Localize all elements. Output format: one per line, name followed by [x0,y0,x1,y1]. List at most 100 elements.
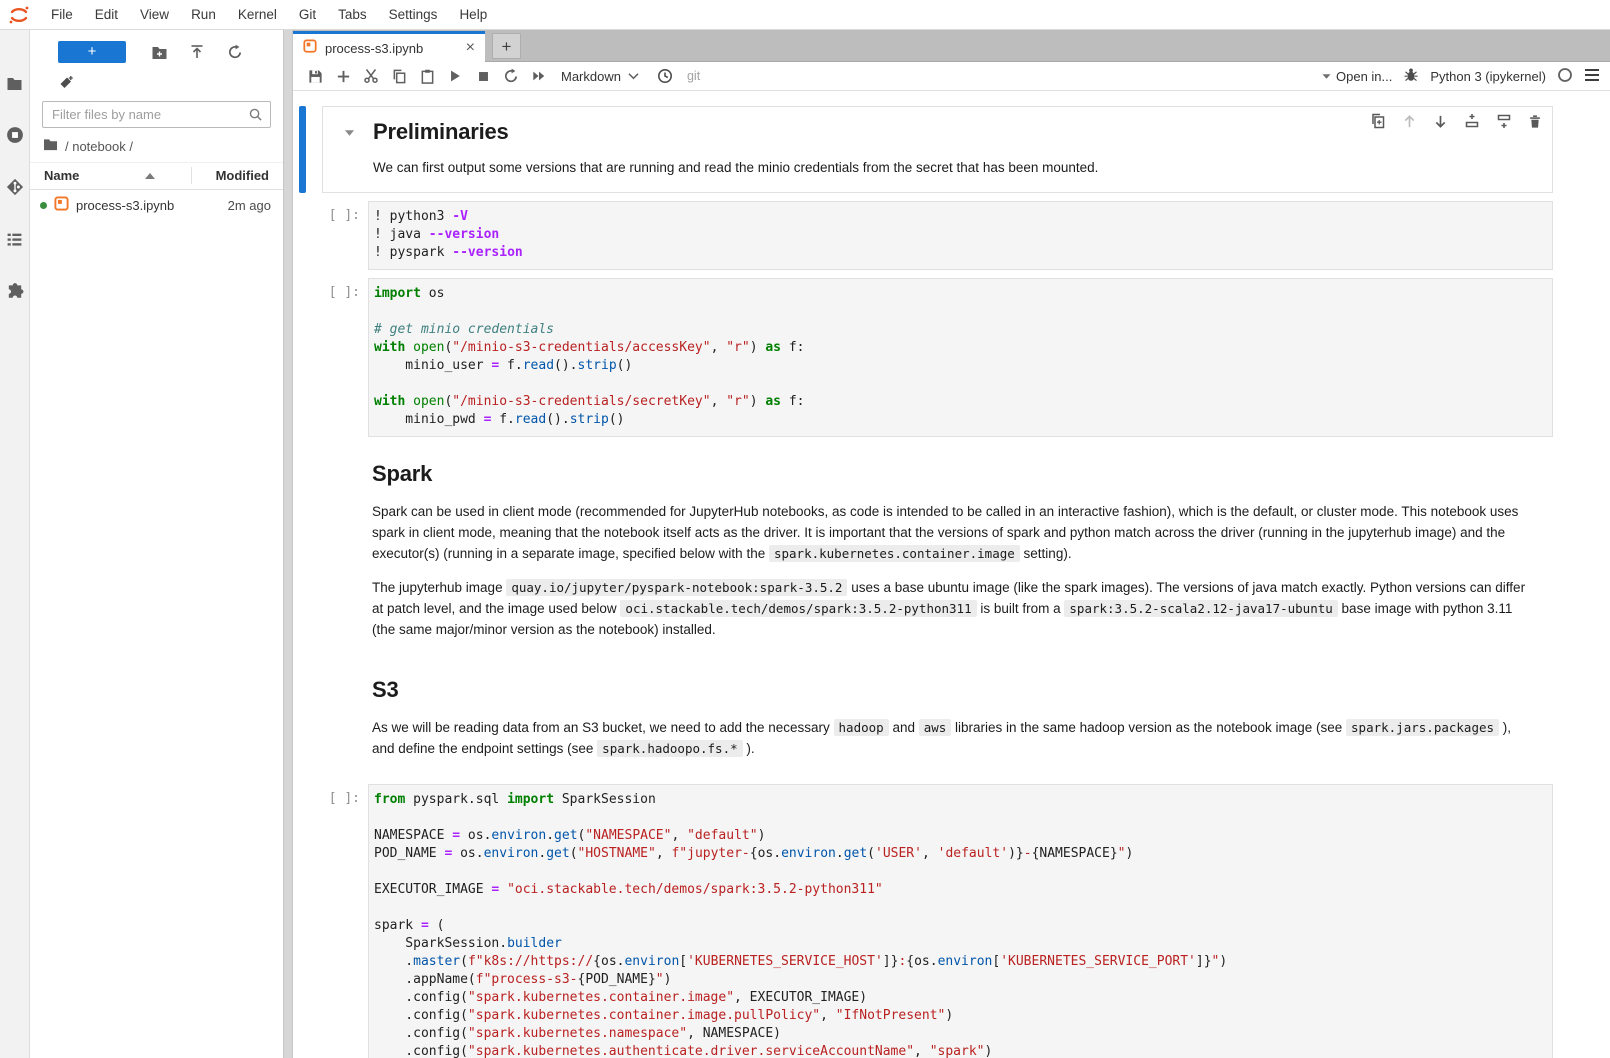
file-row-process-s3[interactable]: process-s3.ipynb 2m ago [30,190,283,220]
code-cell-spark-session[interactable]: [ ]: from pyspark.sql import SparkSessio… [293,784,1610,1058]
debugger-bug-icon[interactable] [1403,67,1419,86]
refresh-icon[interactable] [216,44,254,60]
column-name[interactable]: Name [44,168,79,183]
inline-code: spark.kubernetes.container.image [769,545,1020,562]
inline-code: aws [919,719,952,736]
tab-process-s3[interactable]: process-s3.ipynb × [293,31,485,62]
kernel-name-label[interactable]: Python 3 (ipykernel) [1430,69,1546,84]
insert-cell-above-icon[interactable] [1464,113,1480,134]
menu-edit[interactable]: Edit [84,7,129,22]
cell-type-value: Markdown [561,69,621,84]
filter-files-input[interactable] [42,101,271,128]
markdown-cell-spark[interactable]: Spark Spark can be used in client mode (… [293,441,1610,653]
git-clone-row [30,65,283,93]
clock-icon[interactable] [651,64,679,88]
menu-help[interactable]: Help [448,7,498,22]
add-cell-icon[interactable] [329,64,357,88]
restart-run-all-icon[interactable] [525,64,553,88]
file-list-header: Name Modified [30,162,283,190]
cell-collapser[interactable] [299,441,306,653]
notebook-scroll-area[interactable]: Preliminaries We can first output some v… [293,91,1610,1058]
copy-cells-icon[interactable] [385,64,413,88]
inline-code: spark.hadoopo.fs.* [597,740,742,757]
file-browser-toolbar: + [30,30,283,65]
restart-kernel-icon[interactable] [497,64,525,88]
menu-tabs[interactable]: Tabs [327,7,378,22]
md-heading-preliminaries: Preliminaries [373,119,1532,145]
cell-collapser[interactable] [299,784,306,1058]
insert-cell-below-icon[interactable] [1496,113,1512,134]
save-icon[interactable] [301,64,329,88]
new-folder-icon[interactable] [140,45,178,60]
panel-resize-handle[interactable] [283,30,293,1058]
git-clone-icon[interactable] [58,78,74,95]
sort-ascending-icon[interactable] [145,173,155,179]
extension-manager-icon[interactable] [6,282,24,300]
git-sidebar-icon[interactable] [6,178,24,196]
move-cell-up-icon[interactable] [1402,114,1417,134]
input-prompt: [ ]: [306,201,368,270]
menu-kernel[interactable]: Kernel [227,7,288,22]
md-paragraph: We can first output some versions that a… [373,157,1532,178]
inline-code: hadoop [834,719,889,736]
run-cell-icon[interactable] [441,64,469,88]
dock-tab-bar: process-s3.ipynb × + [293,30,1610,62]
markdown-cell-preliminaries[interactable]: Preliminaries We can first output some v… [293,106,1610,193]
paste-cells-icon[interactable] [413,64,441,88]
code-cell-versions[interactable]: [ ]: ! python3 -V! java --version! pyspa… [293,201,1610,270]
file-name: process-s3.ipynb [76,198,221,213]
menu-run[interactable]: Run [180,7,227,22]
heading-collapse-icon[interactable] [344,124,355,142]
kernel-running-dot [40,202,47,209]
toolbar-menu-icon[interactable] [1584,68,1600,85]
tab-title: process-s3.ipynb [325,41,458,56]
menu-settings[interactable]: Settings [378,7,449,22]
open-in-dropdown[interactable]: Open in... [1322,69,1392,84]
cell-toolbar [1370,113,1542,134]
cell-collapser[interactable] [299,106,306,193]
cell-collapser[interactable] [299,657,306,772]
cell-type-dropdown[interactable]: Markdown [561,69,639,84]
cut-cells-icon[interactable] [357,64,385,88]
notebook-toolbar: Markdown git Open in... Python 3 (ipyker… [293,62,1610,91]
duplicate-cell-icon[interactable] [1370,113,1386,134]
menu-file[interactable]: File [40,7,84,22]
menu-bar: File Edit View Run Kernel Git Tabs Setti… [0,0,1610,30]
kernel-status-icon[interactable] [1557,67,1573,86]
notebook-tab-icon [303,39,317,58]
left-sidebar [0,30,30,1058]
code-cell-credentials[interactable]: [ ]: import os # get minio credentialswi… [293,278,1610,437]
column-modified[interactable]: Modified [191,167,273,184]
table-of-contents-icon[interactable] [6,230,24,248]
app-logo-icon [6,4,32,26]
menu-git[interactable]: Git [288,7,327,22]
running-sessions-icon[interactable] [6,126,24,144]
move-cell-down-icon[interactable] [1433,114,1448,134]
inline-code: oci.stackable.tech/demos/spark:3.5.2-pyt… [620,600,976,617]
tab-close-icon[interactable]: × [466,41,475,55]
upload-icon[interactable] [178,44,216,60]
code-editor[interactable]: ! python3 -V! java --version! pyspark --… [368,201,1553,270]
new-tab-button[interactable]: + [492,33,521,59]
md-heading-spark: Spark [372,461,1533,487]
markdown-cell-s3[interactable]: S3 As we will be reading data from an S3… [293,657,1610,772]
md-paragraph: Spark can be used in client mode (recomm… [372,501,1533,564]
menu-view[interactable]: View [129,7,180,22]
interrupt-kernel-icon[interactable] [469,64,497,88]
home-folder-icon[interactable] [43,138,58,154]
input-prompt: [ ]: [306,784,368,1058]
new-launcher-button[interactable]: + [58,41,126,63]
delete-cell-icon[interactable] [1528,114,1542,134]
file-modified: 2m ago [228,198,271,213]
file-browser-panel: + / notebook / [30,30,283,1058]
breadcrumb[interactable]: / notebook / [30,128,283,162]
code-editor[interactable]: import os # get minio credentialswith op… [368,278,1553,437]
file-browser-tab-icon[interactable] [6,74,24,92]
notebook-file-icon [54,196,69,214]
md-paragraph: As we will be reading data from an S3 bu… [372,717,1533,759]
open-in-label: Open in... [1336,69,1392,84]
code-editor[interactable]: from pyspark.sql import SparkSession NAM… [368,784,1553,1058]
breadcrumb-path: / notebook / [65,139,133,154]
cell-collapser[interactable] [299,278,306,437]
cell-collapser[interactable] [299,201,306,270]
